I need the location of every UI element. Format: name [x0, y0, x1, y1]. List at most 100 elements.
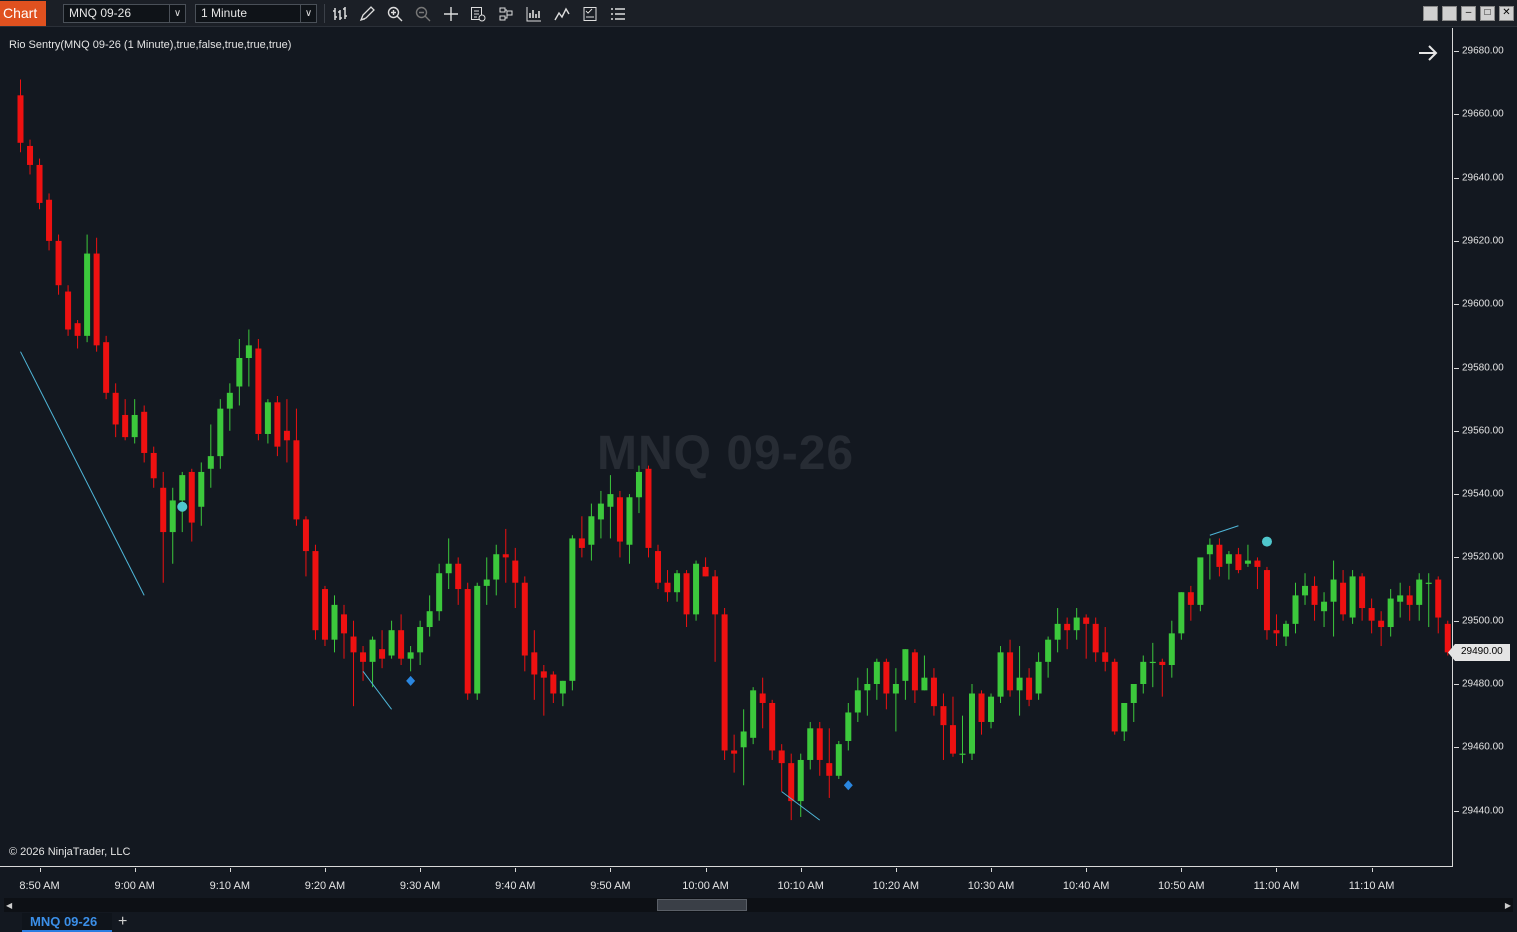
candle-up	[626, 497, 633, 545]
properties-icon[interactable]	[524, 4, 544, 23]
candle-down	[55, 240, 62, 286]
candle-down	[1340, 582, 1347, 615]
time-axis-label: 10:10 AM	[777, 880, 824, 892]
tab-mnq[interactable]: MNQ 09-26	[22, 913, 112, 932]
candle-down	[312, 551, 319, 631]
price-axis-label: 29660.00	[1462, 108, 1504, 120]
candle-up	[1282, 623, 1289, 637]
candle-up	[1397, 595, 1404, 602]
strategies-icon[interactable]	[496, 4, 516, 23]
candle-down	[502, 554, 509, 558]
time-axis-label: 9:30 AM	[399, 880, 441, 892]
crosshair-icon[interactable]	[441, 4, 461, 23]
candle-down	[321, 589, 328, 640]
candle-up	[740, 731, 747, 748]
templates-icon[interactable]	[580, 4, 600, 23]
restore-layout-icon[interactable]	[1442, 6, 1457, 21]
data-box-icon[interactable]	[468, 4, 488, 23]
scroll-right-icon[interactable]: ▶	[1505, 901, 1511, 910]
candle-up	[588, 516, 595, 545]
candle-up	[1197, 557, 1204, 605]
time-axis-label: 10:00 AM	[682, 880, 729, 892]
price-tick	[1454, 494, 1459, 496]
add-tab-icon[interactable]: +	[118, 913, 127, 931]
candle-down	[512, 560, 519, 583]
candle-up	[1206, 544, 1213, 555]
zoom-in-icon[interactable]	[385, 4, 405, 23]
candle-down	[1187, 592, 1194, 605]
scrollbar-thumb[interactable]	[657, 899, 747, 911]
time-axis-label: 11:10 AM	[1348, 880, 1395, 892]
candle-down	[103, 342, 110, 393]
candle-down	[74, 323, 81, 336]
scroll-left-icon[interactable]: ◀	[6, 901, 12, 910]
bar-type-icon[interactable]	[330, 4, 350, 23]
interval-selector[interactable]: 1 Minute ∨	[195, 4, 317, 23]
candle-down	[664, 582, 671, 593]
candle-up	[607, 494, 614, 507]
time-tick	[324, 868, 326, 872]
signal-line	[362, 671, 392, 710]
candle-down	[1111, 661, 1118, 732]
candle-up	[483, 579, 490, 586]
time-tick	[705, 868, 707, 872]
candle-down	[816, 728, 823, 760]
price-tick	[1454, 304, 1459, 306]
candle-up	[1035, 661, 1042, 694]
chevron-down-icon[interactable]: ∨	[300, 5, 316, 22]
candle-down	[712, 576, 719, 615]
indicators-icon[interactable]	[552, 4, 572, 23]
chevron-down-icon[interactable]: ∨	[169, 5, 185, 22]
time-axis-label: 9:00 AM	[114, 880, 155, 892]
candle-up	[1140, 661, 1147, 684]
draw-icon[interactable]	[357, 4, 377, 23]
zoom-out-icon[interactable]	[413, 4, 433, 23]
candle-down	[1435, 579, 1442, 618]
candle-up	[693, 563, 700, 615]
chart-title-tab[interactable]: Chart	[0, 1, 46, 26]
price-tick	[1454, 747, 1459, 749]
time-tick	[610, 868, 612, 872]
price-axis-label: 29640.00	[1462, 172, 1504, 184]
candle-up	[1130, 684, 1137, 703]
candle-down	[122, 414, 129, 438]
horizontal-scrollbar[interactable]: ◀ ▶	[4, 898, 1513, 912]
maximize-icon[interactable]: □	[1480, 6, 1495, 21]
menu-icon[interactable]	[608, 4, 628, 23]
candle-down	[778, 750, 785, 764]
candle-up	[1121, 702, 1128, 732]
candle-down	[1102, 652, 1109, 662]
candle-down	[883, 661, 890, 694]
candle-down	[1235, 554, 1242, 571]
candle-up	[750, 690, 757, 738]
candle-down	[1026, 677, 1033, 700]
price-plot	[17, 79, 1451, 821]
current-price-label: 29490.00	[1461, 646, 1503, 657]
candle-up	[864, 684, 871, 691]
candle-down	[702, 566, 709, 577]
candle-up	[417, 627, 424, 653]
candle-down	[1406, 595, 1413, 605]
candle-down	[379, 649, 386, 659]
candle-down	[949, 725, 956, 754]
minimize-icon[interactable]: –	[1461, 6, 1476, 21]
candle-up	[873, 661, 880, 684]
candle-up	[198, 471, 205, 507]
price-axis-label: 29680.00	[1462, 45, 1504, 57]
time-tick	[1086, 868, 1088, 872]
price-tick	[1454, 177, 1459, 179]
candle-up	[892, 684, 899, 694]
tile-window-icon[interactable]	[1423, 6, 1438, 21]
instrument-selector[interactable]: MNQ 09-26 ∨	[63, 4, 186, 23]
close-icon[interactable]: ✕	[1499, 6, 1514, 21]
candle-up	[559, 680, 566, 694]
candle-up	[1168, 633, 1175, 666]
candle-down	[731, 750, 738, 754]
price-axis[interactable]: 29680.00 29660.00 29640.00 29620.00 29600.00…	[1454, 28, 1517, 867]
candle-up	[1149, 661, 1156, 664]
time-axis[interactable]: 8:50 AM 9:00 AM 9:10 AM 9:20 AM 9:30 AM 9:40 …	[0, 868, 1453, 896]
time-tick	[991, 868, 992, 872]
candle-up	[445, 563, 452, 574]
candle-up	[1073, 617, 1080, 631]
price-axis-label: 29600.00	[1462, 298, 1504, 310]
